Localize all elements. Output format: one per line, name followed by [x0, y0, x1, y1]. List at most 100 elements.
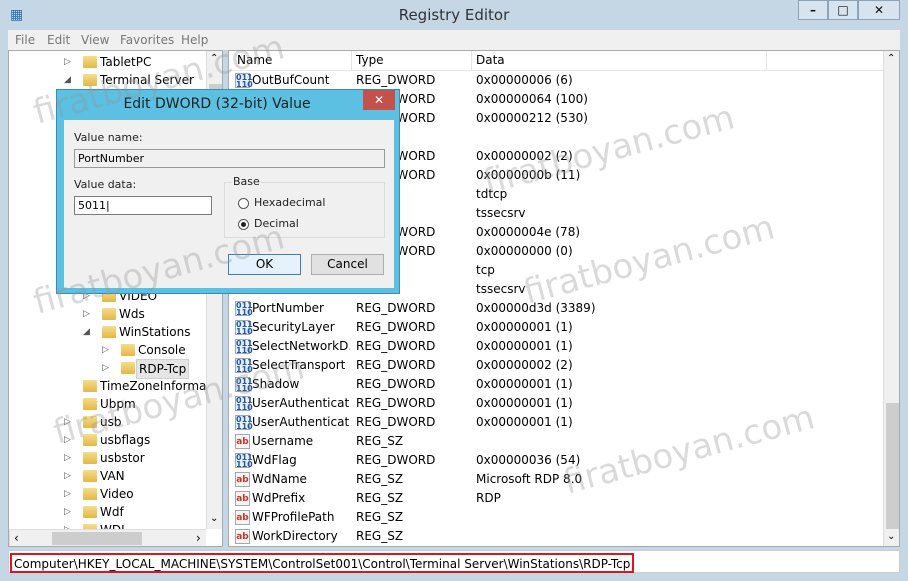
list-scroll-thumb[interactable]	[886, 403, 899, 529]
value-name: PortNumber	[252, 301, 324, 315]
column-divider[interactable]	[351, 51, 352, 71]
value-data: tdtcp	[476, 187, 508, 201]
folder-icon	[121, 362, 135, 374]
tree-item[interactable]: ▷ Video	[9, 485, 206, 503]
value-type: REG_SZ	[356, 510, 404, 524]
tree-hscroll-thumb[interactable]	[52, 532, 142, 545]
expand-arrow-icon[interactable]: ▷	[64, 467, 74, 485]
list-row[interactable]: 011 110 WdFlag REG_DWORD 0x00000036 (54)	[229, 451, 879, 470]
scroll-right-arrow-icon[interactable]: ›	[196, 531, 201, 545]
tree-item[interactable]: ▷ usb	[9, 413, 206, 431]
scroll-up-arrow-icon[interactable]: ⌃	[210, 53, 218, 64]
column-divider[interactable]	[766, 51, 767, 71]
collapse-arrow-icon[interactable]: ◢	[64, 71, 74, 89]
column-divider[interactable]	[471, 51, 472, 71]
expand-arrow-icon[interactable]: ▷	[64, 485, 74, 503]
scroll-down-arrow-icon[interactable]: ⌄	[887, 531, 895, 542]
value-data: 0x00000006 (6)	[476, 73, 573, 87]
column-header-name[interactable]: Name	[237, 53, 272, 67]
tree-horizontal-scrollbar[interactable]: ‹ ›	[9, 529, 206, 546]
expand-arrow-icon[interactable]: ▷	[64, 53, 74, 71]
value-data: tcp	[476, 263, 495, 277]
tree-item[interactable]: TimeZoneInformatic	[9, 377, 221, 395]
list-row[interactable]: 011 110 Shadow REG_DWORD 0x00000001 (1)	[229, 375, 879, 394]
list-vertical-scrollbar[interactable]: ⌃ ⌄	[883, 51, 899, 546]
value-data: tssecsrv	[476, 206, 526, 220]
tree-item[interactable]: ▷ usbstor	[9, 449, 206, 467]
ok-button[interactable]: OK	[228, 254, 301, 275]
expand-arrow-icon[interactable]: ▷	[64, 431, 74, 449]
list-row[interactable]: ab WdPrefix REG_SZ RDP	[229, 489, 879, 508]
value-type: REG_SZ	[356, 434, 404, 448]
list-row[interactable]: 011 110 SecurityLayer REG_DWORD 0x00000001 (…	[229, 318, 879, 337]
tree-item[interactable]: ▷ Wdf	[9, 503, 206, 521]
hexadecimal-radio[interactable]	[238, 198, 249, 209]
minimize-button[interactable]: –	[798, 0, 828, 20]
list-row[interactable]: 011 110 UserAuthenticat... REG_DWORD 0x00000…	[229, 413, 879, 432]
value-type: REG_SZ	[356, 529, 404, 543]
value-data: 0x00000001 (1)	[476, 377, 573, 391]
menu-file[interactable]: File	[15, 33, 35, 47]
expand-arrow-icon[interactable]: ▷	[102, 359, 112, 377]
tree-item[interactable]: ▷ VAN	[9, 467, 206, 485]
folder-icon	[83, 416, 97, 428]
list-row[interactable]: 011 110 PortNumber REG_DWORD 0x00000d3d (338…	[229, 299, 879, 318]
tree-item-label: TimeZoneInformatic	[100, 379, 222, 393]
value-data: tssecsrv	[476, 282, 526, 296]
value-data: RDP	[476, 491, 501, 505]
collapse-arrow-icon[interactable]: ◢	[83, 323, 93, 341]
menu-favorites[interactable]: Favorites	[120, 33, 174, 47]
list-header: Name Type Data	[229, 51, 884, 71]
close-button[interactable]: ✕	[858, 0, 900, 20]
dialog-close-button[interactable]: ✕	[363, 90, 395, 110]
tree-item[interactable]: ◢ Terminal Server	[9, 71, 206, 89]
column-header-type[interactable]: Type	[356, 53, 384, 67]
list-row[interactable]: 011 110 SelectNetworkD... REG_DWORD 0x000000…	[229, 337, 879, 356]
value-data: 0x0000000b (11)	[476, 168, 581, 182]
list-row[interactable]: ab WFProfilePath REG_SZ	[229, 508, 879, 527]
list-row[interactable]: ab WdName REG_SZ Microsoft RDP 8.0	[229, 470, 879, 489]
value-name: SelectNetworkD...	[252, 339, 350, 353]
tree-item[interactable]: ▷ RDP-Tcp	[9, 359, 206, 379]
tree-item[interactable]: ▷ Wds	[9, 305, 206, 323]
value-data: 0x0000004e (78)	[476, 225, 581, 239]
value-type: REG_DWORD	[356, 358, 436, 372]
hexadecimal-label[interactable]: Hexadecimal	[254, 196, 325, 209]
value-data-input[interactable]: 5011|	[74, 196, 212, 215]
scroll-down-arrow-icon[interactable]: ⌄	[210, 513, 218, 524]
cancel-button[interactable]: Cancel	[311, 254, 384, 275]
menu-view[interactable]: View	[81, 33, 109, 47]
tree-item[interactable]: ▷ TabletPC	[9, 53, 206, 71]
list-row[interactable]: 011 110 UserAuthenticat... REG_DWORD 0x00000…	[229, 394, 879, 413]
decimal-radio[interactable]	[238, 219, 249, 230]
maximize-button[interactable]: □	[828, 0, 858, 20]
expand-arrow-icon[interactable]: ▷	[64, 449, 74, 467]
list-row[interactable]: 011 110 SelectTransport REG_DWORD 0x00000002…	[229, 356, 879, 375]
value-data: 0x00000000 (0)	[476, 244, 573, 258]
value-name: Shadow	[252, 377, 300, 391]
menu-edit[interactable]: Edit	[47, 33, 70, 47]
folder-icon	[83, 380, 97, 392]
list-row[interactable]: ab WorkDirectory REG_SZ	[229, 527, 879, 546]
folder-icon	[83, 452, 97, 464]
scroll-left-arrow-icon[interactable]: ‹	[14, 531, 19, 545]
expand-arrow-icon[interactable]: ▷	[102, 341, 112, 359]
list-row[interactable]: 011 110 OutBufCount REG_DWORD 0x00000006 (6)	[229, 71, 879, 90]
tree-item[interactable]: ▷ usbflags	[9, 431, 206, 449]
string-value-icon: ab	[235, 491, 250, 506]
value-data: 0x00000002 (2)	[476, 149, 573, 163]
tree-item[interactable]: Ubpm	[9, 395, 206, 413]
column-header-data[interactable]: Data	[476, 53, 505, 67]
tree-item[interactable]: ▷ Console	[9, 341, 206, 359]
folder-icon	[121, 344, 135, 356]
tree-item-label: Ubpm	[100, 397, 136, 411]
binary-value-icon: 011110	[235, 301, 253, 317]
menu-help[interactable]: Help	[181, 33, 208, 47]
scroll-up-arrow-icon[interactable]: ⌃	[887, 53, 895, 64]
expand-arrow-icon[interactable]: ▷	[64, 503, 74, 521]
decimal-label[interactable]: Decimal	[254, 217, 299, 230]
list-row[interactable]: ab Username REG_SZ	[229, 432, 879, 451]
expand-arrow-icon[interactable]: ▷	[83, 305, 93, 323]
tree-item[interactable]: ◢ WinStations	[9, 323, 206, 341]
expand-arrow-icon[interactable]: ▷	[64, 413, 74, 431]
